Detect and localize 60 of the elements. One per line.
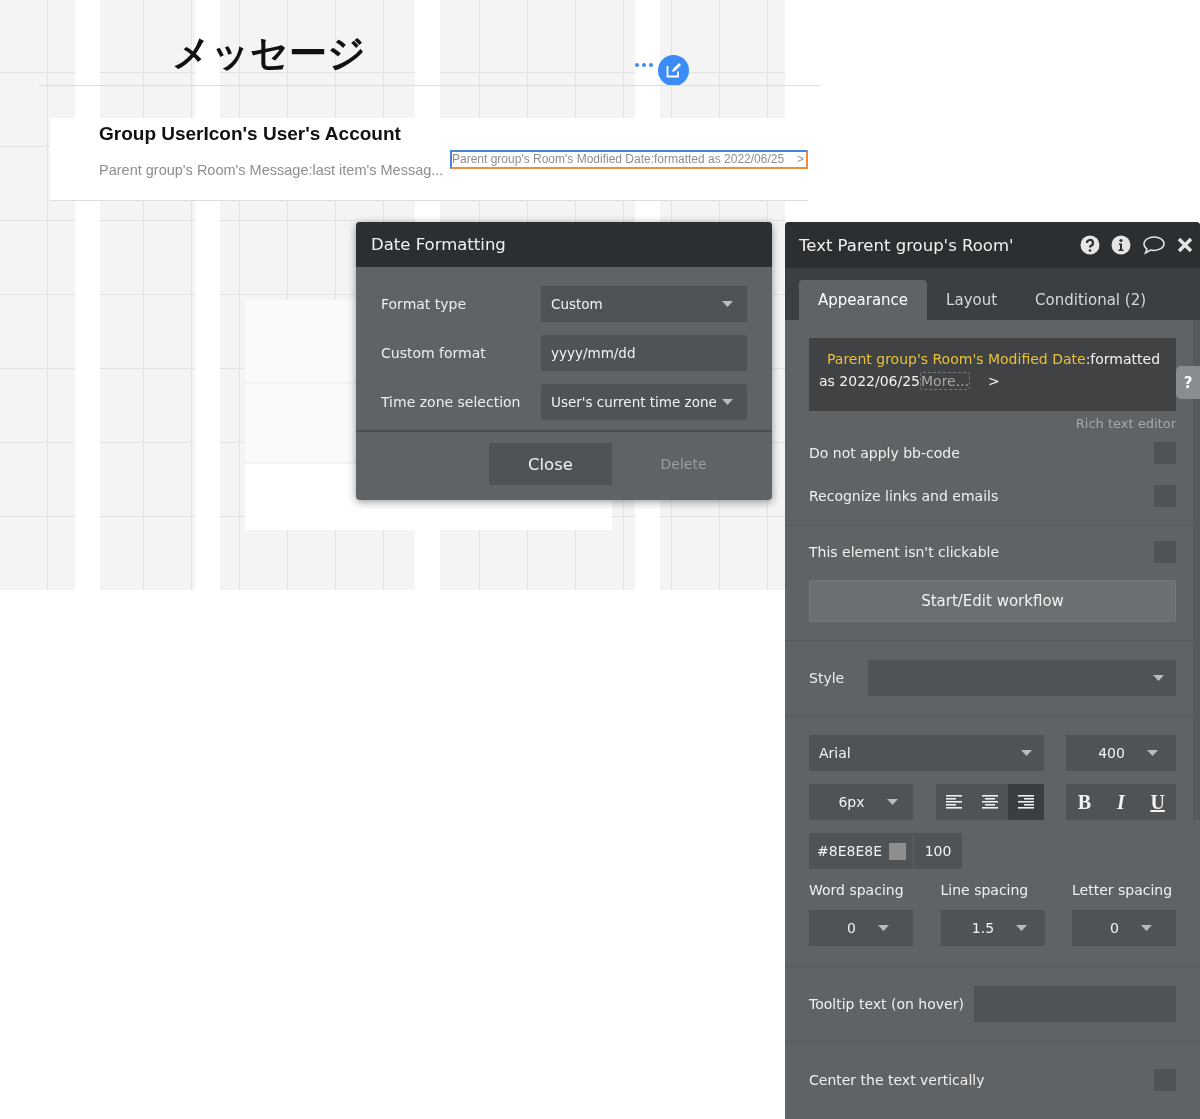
right-align-icon <box>1017 794 1034 810</box>
checkbox-label: Center the text vertically <box>809 1071 985 1088</box>
bold-button[interactable]: B <box>1066 784 1103 820</box>
field-label: Word spacing <box>809 882 905 898</box>
workflow-button[interactable]: Start/Edit workflow <box>809 580 1176 622</box>
color-field[interactable]: #8E8E8E <box>809 833 913 869</box>
dialog-title: Date Formatting <box>371 235 506 254</box>
close-icon[interactable] <box>1177 237 1193 253</box>
field-label: Custom format <box>381 345 487 361</box>
caret-icon <box>1021 750 1032 756</box>
help-icon[interactable] <box>1080 235 1100 255</box>
tab[interactable]: Conditional (2) <box>1016 280 1166 320</box>
checkbox-label: This element isn't clickable <box>809 543 1000 560</box>
checkbox-label: Do not apply bb-code <box>809 444 960 461</box>
italic-button[interactable]: I <box>1103 784 1139 820</box>
field-label: Tooltip text (on hover) <box>809 996 964 1012</box>
info-icon[interactable] <box>1111 235 1131 255</box>
card-title: Group UserIcon's User's Account <box>99 123 401 145</box>
field-label: Letter spacing <box>1072 882 1174 898</box>
comment-icon[interactable] <box>1142 235 1166 255</box>
caret-icon <box>1146 750 1158 756</box>
tab[interactable]: Appearance <box>799 280 928 320</box>
expression-text[interactable]: Parent group's Room's Modified Date:formatted as 2022/06/25 More... > <box>809 338 1176 411</box>
more-link[interactable]: More... <box>920 372 971 390</box>
message-text: Parent group's Room's Message:last item's Messag... <box>99 162 444 178</box>
field-label: Time zone selection <box>381 394 522 410</box>
field-label: Line spacing <box>940 882 1030 898</box>
checkbox-label: Recognize links and emails <box>809 487 999 504</box>
tab[interactable]: Layout <box>927 280 1017 320</box>
edit-icon[interactable] <box>658 55 689 86</box>
more-icon[interactable] <box>634 62 654 68</box>
dropdown[interactable]: User's current time zone <box>541 384 747 420</box>
left-align-icon <box>945 794 962 810</box>
dropdown[interactable]: Custom <box>541 286 747 322</box>
caret-icon <box>1153 675 1164 681</box>
panel-title: Text Parent group's Room' <box>799 235 1015 255</box>
align-button[interactable] <box>1007 784 1044 820</box>
scrollbar[interactable] <box>1193 320 1200 820</box>
caret-icon <box>722 399 733 405</box>
input-field[interactable]: yyyy/mm/dd <box>541 335 747 371</box>
caret-icon <box>877 925 889 931</box>
caret-icon <box>722 301 733 307</box>
spacing-dropdown[interactable]: 0 <box>1072 910 1176 946</box>
spacing-dropdown[interactable]: 1.5 <box>940 910 1045 946</box>
opacity-field[interactable]: 100 <box>914 833 962 869</box>
underline-button[interactable]: U <box>1139 784 1176 820</box>
color-swatch[interactable] <box>889 842 906 860</box>
date-text-element[interactable]: Parent group's Room's Modified Date:formatted as 2022/06/25 > <box>450 150 808 169</box>
field-label: Style <box>809 670 845 686</box>
font-dropdown[interactable]: Arial <box>809 735 1044 771</box>
spacing-dropdown[interactable]: 0 <box>809 910 913 946</box>
size-dropdown[interactable]: 6px <box>809 784 913 820</box>
dialog-button[interactable]: Close <box>489 443 612 485</box>
caret-icon <box>886 799 898 805</box>
page-title: メッセージ <box>172 30 366 77</box>
center-align-icon <box>981 794 998 810</box>
caret-icon <box>1140 925 1152 931</box>
caret-icon <box>1016 925 1028 931</box>
weight-dropdown[interactable]: 400 <box>1066 735 1176 771</box>
field-label: Format type <box>381 296 468 312</box>
